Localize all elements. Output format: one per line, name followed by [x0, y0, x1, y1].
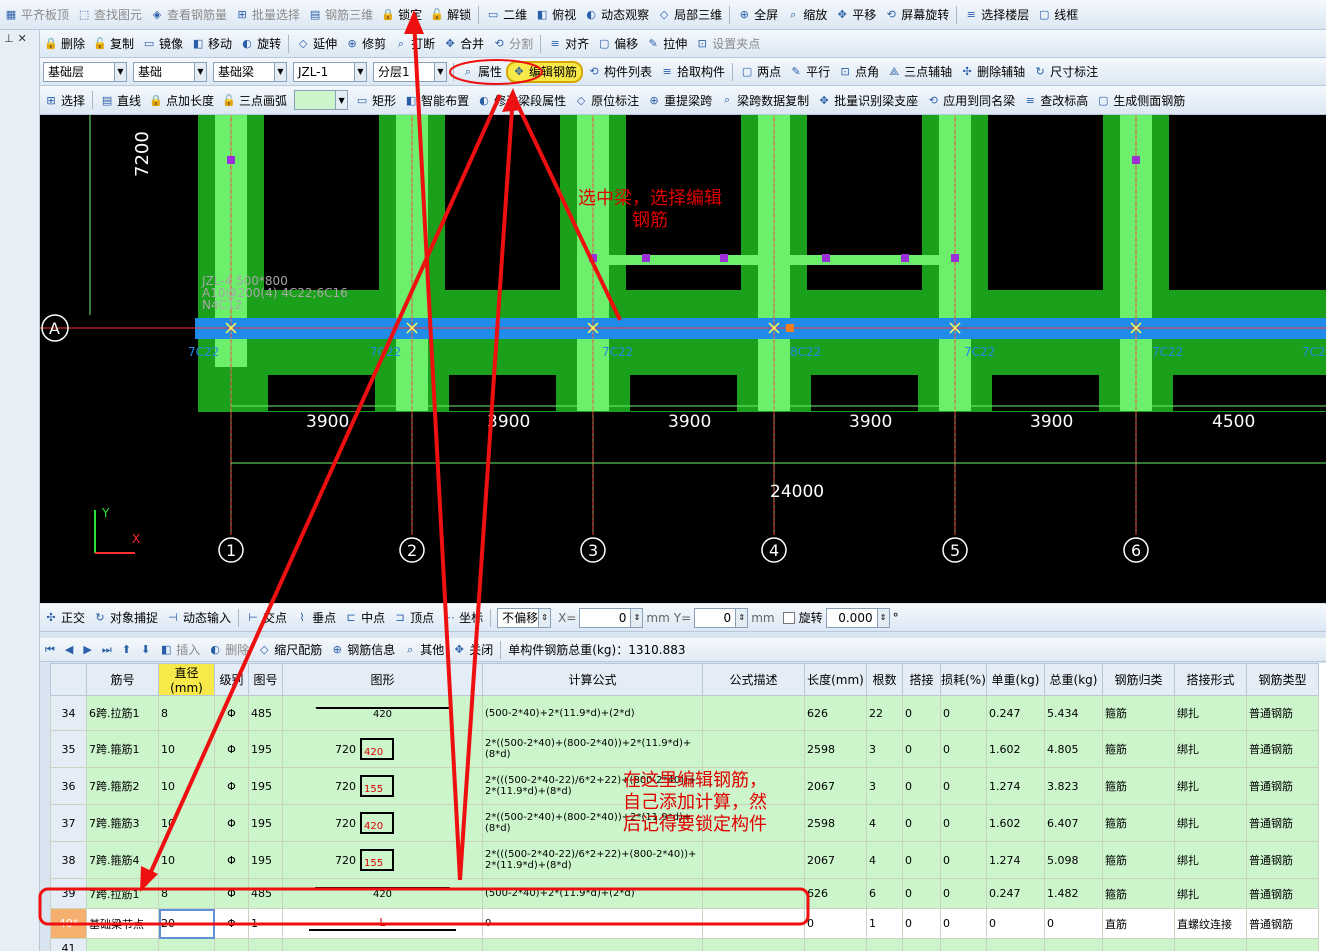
arrow-lines: [143, 19, 622, 886]
annotation-bottom: 在这里编辑钢筋， 自己添加计算，然 后记得要锁定构件: [623, 770, 767, 835]
arrow-heads: [140, 10, 522, 892]
annotation-top: 选中梁，选择编辑 钢筋: [578, 188, 722, 231]
highlight-row-box: [38, 887, 810, 926]
highlight-ellipse: [449, 59, 543, 85]
